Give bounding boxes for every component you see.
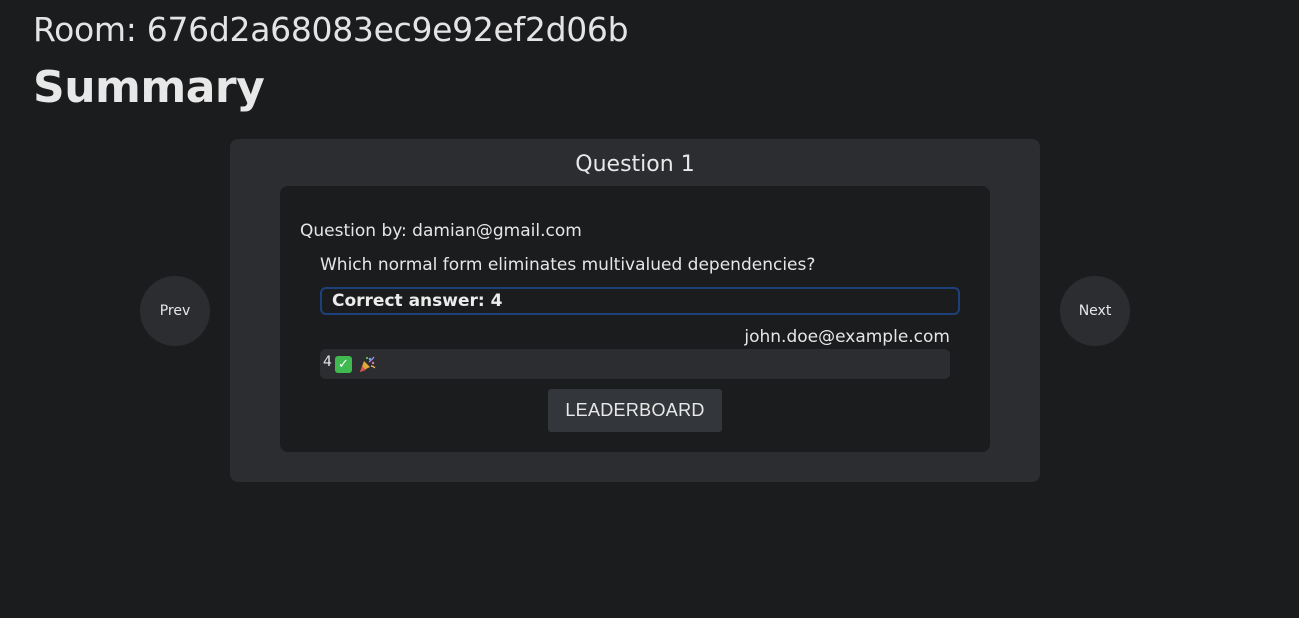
- participant-answer: 4: [323, 354, 332, 370]
- question-detail-panel: Question by: damian@gmail.com Which norm…: [280, 186, 990, 452]
- check-icon: ✓: [334, 355, 352, 373]
- correct-answer-box: Correct answer: 4: [320, 287, 960, 315]
- prev-button[interactable]: Prev: [140, 276, 210, 346]
- question-card: Question 1 Question by: damian@gmail.com…: [230, 139, 1040, 482]
- question-heading: Question 1: [575, 152, 695, 177]
- participant-email: john.doe@example.com: [744, 327, 950, 347]
- room-title: Room: 676d2a68083ec9e92ef2d06b: [33, 10, 629, 49]
- participant-answer-row: 4 ✓: [320, 349, 950, 379]
- page-title: Summary: [33, 62, 265, 113]
- leaderboard-button[interactable]: LEADERBOARD: [548, 389, 722, 432]
- correct-answer-label: Correct answer: 4: [332, 291, 503, 311]
- party-popper-icon: [358, 355, 376, 373]
- question-text: Which normal form eliminates multivalued…: [320, 255, 816, 275]
- question-author: Question by: damian@gmail.com: [300, 221, 582, 241]
- next-button[interactable]: Next: [1060, 276, 1130, 346]
